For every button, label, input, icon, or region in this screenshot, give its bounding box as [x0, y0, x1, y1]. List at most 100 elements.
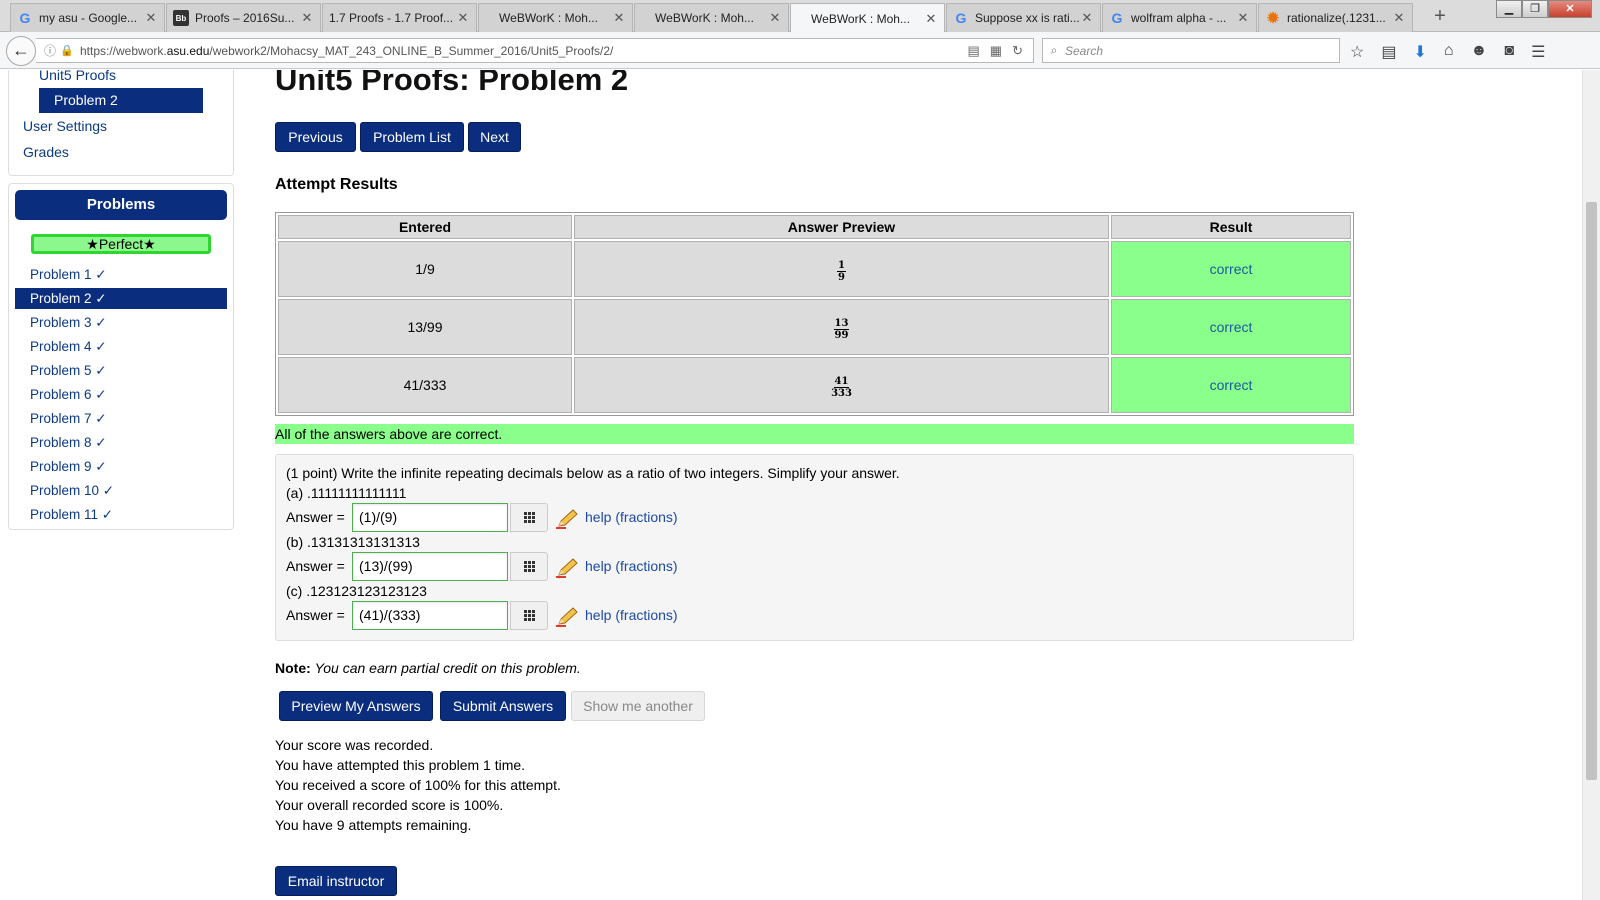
help-fractions-link[interactable]: help (fractions)	[585, 558, 678, 574]
search-box[interactable]: ⌕ Search	[1042, 38, 1340, 63]
problem-link-8[interactable]: Problem 8 ✓	[15, 432, 227, 453]
close-tab-icon[interactable]: ✕	[300, 10, 314, 26]
back-button[interactable]: ←	[6, 36, 36, 66]
browser-tab[interactable]: WeBWorK : Moh... ✕	[634, 3, 789, 32]
reading-list-icon[interactable]: ▤	[1381, 42, 1396, 62]
help-fractions-link[interactable]: help (fractions)	[585, 607, 678, 623]
pencil-icon	[556, 607, 578, 627]
puzzle-icon[interactable]: ▦	[990, 43, 1002, 59]
browser-nav-bar: ← ⓘ 🔒 https://webwork.asu.edu/webwork2/M…	[0, 32, 1600, 69]
close-tab-icon[interactable]: ✕	[768, 10, 782, 26]
problem-link-7[interactable]: Problem 7 ✓	[15, 408, 227, 429]
pocket-icon[interactable]: ◙	[1504, 42, 1514, 62]
next-button[interactable]: Next	[468, 122, 521, 152]
tab-title: rationalize(.1231...	[1287, 11, 1386, 25]
tab-title: 1.7 Proofs - 1.7 Proof...	[329, 11, 454, 25]
search-icon: ⌕	[1050, 43, 1058, 57]
result-cell: correct	[1111, 299, 1351, 355]
close-tab-icon[interactable]: ✕	[144, 10, 158, 26]
problem-link-6[interactable]: Problem 6 ✓	[15, 384, 227, 405]
sidebar-grades[interactable]: Grades	[23, 144, 69, 160]
problem-link-4[interactable]: Problem 4 ✓	[15, 336, 227, 357]
submit-answers-button[interactable]: Submit Answers	[440, 691, 566, 721]
close-tab-icon[interactable]: ✕	[456, 10, 470, 26]
sidebar-unit-link[interactable]: Unit5 Proofs	[39, 70, 116, 83]
browser-tab[interactable]: ✹ rationalize(.1231... ✕	[1258, 3, 1413, 32]
help-fractions-link[interactable]: help (fractions)	[585, 509, 678, 525]
fraction-numerator: 1	[837, 260, 846, 272]
url-path: /webwork2/Mohacsy_MAT_243_ONLINE_B_Summe…	[209, 43, 614, 58]
lock-icon: 🔒	[60, 45, 74, 57]
entered-cell: 41/333	[278, 357, 572, 413]
close-tab-icon[interactable]: ✕	[924, 11, 938, 27]
close-tab-icon[interactable]: ✕	[1392, 10, 1406, 26]
equation-editor-button[interactable]	[510, 503, 548, 532]
new-tab-button[interactable]: +	[1430, 5, 1450, 27]
answer-a-input[interactable]: (1)/(9)	[352, 503, 508, 532]
problem-link-9[interactable]: Problem 9 ✓	[15, 456, 227, 477]
equation-editor-button[interactable]	[510, 601, 548, 630]
tab-title: Suppose xx is rati...	[975, 11, 1080, 25]
equation-editor-button[interactable]	[510, 552, 548, 581]
preview-answers-button[interactable]: Preview My Answers	[279, 691, 433, 721]
maximize-button[interactable]: ❐	[1522, 0, 1548, 18]
problem-link-2[interactable]: Problem 2 ✓	[15, 288, 227, 309]
menu-icon[interactable]: ☰	[1531, 42, 1545, 62]
address-bar[interactable]: ⓘ 🔒 https://webwork.asu.edu/webwork2/Moh…	[36, 38, 1034, 63]
browser-tab[interactable]: WeBWorK : Moh... ✕	[478, 3, 633, 32]
browser-tab[interactable]: G wolfram alpha - ... ✕	[1102, 3, 1257, 32]
previous-button[interactable]: Previous	[275, 122, 356, 152]
page-scrollbar[interactable]	[1582, 70, 1600, 900]
entered-cell: 1/9	[278, 241, 572, 297]
problem-statement: (1 point) Write the infinite repeating d…	[286, 465, 900, 481]
email-instructor-button[interactable]: Email instructor	[275, 866, 397, 896]
close-window-button[interactable]: ✕	[1548, 0, 1592, 18]
attempt-results-heading: Attempt Results	[275, 176, 398, 193]
result-cell: correct	[1111, 241, 1351, 297]
status-line: You received a score of 100% for this at…	[275, 777, 561, 793]
browser-tab-active[interactable]: WeBWorK : Moh... ✕	[790, 3, 945, 33]
chat-icon[interactable]: ☻	[1471, 42, 1488, 62]
answer-c-input[interactable]: (41)/(333)	[352, 601, 508, 630]
scrollbar-thumb[interactable]	[1586, 202, 1597, 780]
problem-list-button[interactable]: Problem List	[360, 122, 464, 152]
problem-link-1[interactable]: Problem 1 ✓	[15, 264, 227, 285]
sidebar-user-settings[interactable]: User Settings	[23, 118, 107, 134]
table-row: 41/333 41 333 correct	[278, 357, 1351, 413]
reader-view-icon[interactable]: ▤	[968, 43, 980, 59]
pencil-icon	[556, 558, 578, 578]
close-tab-icon[interactable]: ✕	[1080, 10, 1094, 26]
browser-tab[interactable]: G my asu - Google... ✕	[10, 3, 165, 32]
entered-cell: 13/99	[278, 299, 572, 355]
browser-tab[interactable]: G Suppose xx is rati... ✕	[946, 3, 1101, 32]
fraction-preview: 13 99	[833, 318, 850, 341]
blackboard-icon: Bb	[173, 10, 189, 26]
info-icon[interactable]: ⓘ	[44, 42, 60, 59]
answer-preview-cell: 19	[574, 241, 1109, 297]
close-tab-icon[interactable]: ✕	[1236, 10, 1250, 26]
problem-link-5[interactable]: Problem 5 ✓	[15, 360, 227, 381]
answer-b-input[interactable]: (13)/(99)	[352, 552, 508, 581]
perfect-badge: ★Perfect★	[31, 234, 211, 254]
problem-link-11[interactable]: Problem 11 ✓	[15, 504, 227, 525]
column-header: Result	[1111, 215, 1351, 239]
minimize-button[interactable]: ▁	[1496, 0, 1522, 18]
browser-tab[interactable]: 1.7 Proofs - 1.7 Proof... ✕	[322, 3, 477, 32]
problem-link-3[interactable]: Problem 3 ✓	[15, 312, 227, 333]
url-text[interactable]: https://webwork.asu.edu/webwork2/Mohacsy…	[76, 44, 968, 58]
page-title: Unit5 Proofs: Problem 2	[275, 70, 629, 97]
table-row: 1/9 19 correct	[278, 241, 1351, 297]
sidebar-current-problem[interactable]: Problem 2	[39, 88, 203, 113]
answer-label: Answer =	[286, 509, 345, 525]
bookmark-star-icon[interactable]: ☆	[1350, 42, 1364, 62]
table-row: 13/99 13 99 correct	[278, 299, 1351, 355]
download-icon[interactable]: ⬇	[1413, 42, 1426, 62]
close-tab-icon[interactable]: ✕	[612, 10, 626, 26]
problem-link-10[interactable]: Problem 10 ✓	[15, 480, 227, 501]
tab-title: WeBWorK : Moh...	[655, 11, 754, 25]
browser-tab[interactable]: Bb Proofs – 2016Su... ✕	[166, 3, 321, 32]
home-icon[interactable]: ⌂	[1444, 42, 1454, 62]
status-line: You have attempted this problem 1 time.	[275, 757, 526, 773]
answer-label: Answer =	[286, 607, 345, 623]
reload-icon[interactable]: ↻	[1012, 43, 1023, 59]
